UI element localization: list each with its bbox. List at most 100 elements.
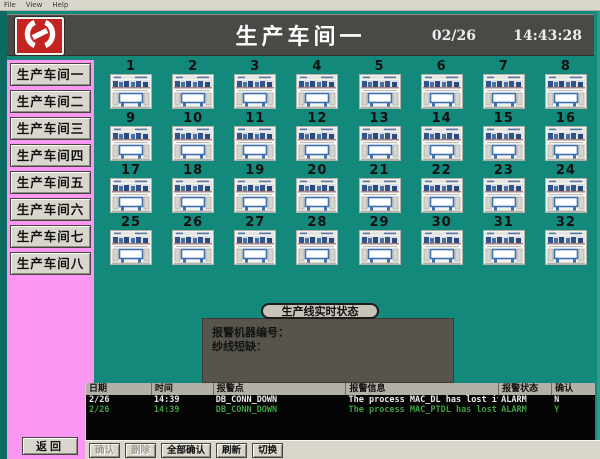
machine-31[interactable]: 31: [473, 216, 535, 268]
machine-4[interactable]: 4: [286, 60, 348, 112]
machine-5[interactable]: 5: [349, 60, 411, 112]
alarm-col-header: 报警点: [213, 383, 346, 395]
machine-21[interactable]: 21: [349, 164, 411, 216]
menu-item-file[interactable]: File: [4, 1, 16, 9]
machine-29[interactable]: 29: [349, 216, 411, 268]
machine-10[interactable]: 10: [162, 112, 224, 164]
machine-number: 6: [437, 60, 447, 74]
machine-icon[interactable]: [359, 126, 401, 161]
alarm-row[interactable]: 2/2614:39DB_CONN_DOWNThe process MAC_DL …: [86, 395, 595, 405]
machine-8[interactable]: 8: [535, 60, 597, 112]
toolbar-button-3[interactable]: 全部确认: [161, 443, 211, 458]
machine-3[interactable]: 3: [224, 60, 286, 112]
machine-1[interactable]: 1: [100, 60, 162, 112]
machine-27[interactable]: 27: [224, 216, 286, 268]
machine-24[interactable]: 24: [535, 164, 597, 216]
application-window: File View Help 生产车间一 02/26 14:43:28 生产车间…: [0, 0, 600, 459]
machine-23[interactable]: 23: [473, 164, 535, 216]
alarm-cell: Y: [551, 405, 595, 415]
machine-26[interactable]: 26: [162, 216, 224, 268]
alarm-col-header: 报警状态: [498, 383, 551, 395]
machine-icon[interactable]: [421, 74, 463, 109]
machine-15[interactable]: 15: [473, 112, 535, 164]
machine-icon[interactable]: [545, 178, 587, 213]
machine-icon[interactable]: [545, 126, 587, 161]
machine-icon[interactable]: [172, 230, 214, 265]
machine-icon[interactable]: [483, 230, 525, 265]
machine-16[interactable]: 16: [535, 112, 597, 164]
machine-icon[interactable]: [296, 178, 338, 213]
machine-icon[interactable]: [234, 178, 276, 213]
sidebar-item-workshop-1[interactable]: 生产车间一: [10, 63, 91, 86]
machine-number: 8: [561, 60, 571, 74]
machine-20[interactable]: 20: [286, 164, 348, 216]
machine-icon[interactable]: [421, 230, 463, 265]
machine-number: 12: [307, 112, 327, 126]
sidebar-item-workshop-6[interactable]: 生产车间六: [10, 198, 91, 221]
machine-12[interactable]: 12: [286, 112, 348, 164]
machine-icon[interactable]: [545, 74, 587, 109]
machine-number: 28: [307, 216, 327, 230]
machine-number: 2: [188, 60, 198, 74]
back-button[interactable]: 返回: [22, 437, 78, 455]
alarm-cell: 2/26: [86, 405, 151, 415]
machine-icon[interactable]: [483, 74, 525, 109]
machine-25[interactable]: 25: [100, 216, 162, 268]
machine-number: 26: [183, 216, 203, 230]
toolbar-button-5[interactable]: 切换: [252, 443, 283, 458]
sidebar-item-workshop-8[interactable]: 生产车间八: [10, 252, 91, 275]
machine-icon[interactable]: [110, 126, 152, 161]
alarm-row[interactable]: 2/2614:39DB_CONN_DOWNThe process MAC_PTD…: [86, 405, 595, 415]
sidebar-item-workshop-4[interactable]: 生产车间四: [10, 144, 91, 167]
machine-icon[interactable]: [172, 74, 214, 109]
machine-icon[interactable]: [110, 74, 152, 109]
machine-18[interactable]: 18: [162, 164, 224, 216]
machine-icon[interactable]: [234, 126, 276, 161]
alarm-cell: ALARM: [498, 405, 551, 415]
menu-bar: File View Help: [0, 0, 600, 11]
machine-7[interactable]: 7: [473, 60, 535, 112]
machine-6[interactable]: 6: [411, 60, 473, 112]
machine-icon[interactable]: [359, 74, 401, 109]
machine-icon[interactable]: [172, 126, 214, 161]
machine-22[interactable]: 22: [411, 164, 473, 216]
machine-icon[interactable]: [421, 126, 463, 161]
machine-icon[interactable]: [296, 230, 338, 265]
machine-icon[interactable]: [359, 230, 401, 265]
machine-icon[interactable]: [483, 178, 525, 213]
machine-icon[interactable]: [296, 74, 338, 109]
machine-17[interactable]: 17: [100, 164, 162, 216]
machine-icon[interactable]: [421, 178, 463, 213]
sidebar-item-workshop-3[interactable]: 生产车间三: [10, 117, 91, 140]
machine-number: 22: [432, 164, 452, 178]
machine-icon[interactable]: [234, 230, 276, 265]
machine-icon[interactable]: [110, 230, 152, 265]
machine-icon[interactable]: [110, 178, 152, 213]
machine-9[interactable]: 9: [100, 112, 162, 164]
status-panel-title: 生产线实时状态: [261, 303, 379, 319]
machine-11[interactable]: 11: [224, 112, 286, 164]
machine-icon[interactable]: [296, 126, 338, 161]
machine-icon[interactable]: [234, 74, 276, 109]
menu-item-help[interactable]: Help: [52, 1, 68, 9]
machine-icon[interactable]: [483, 126, 525, 161]
machine-13[interactable]: 13: [349, 112, 411, 164]
machine-19[interactable]: 19: [224, 164, 286, 216]
status-panel: 报警机器编号： 纱线短缺：: [202, 318, 454, 383]
machine-14[interactable]: 14: [411, 112, 473, 164]
machine-icon[interactable]: [172, 178, 214, 213]
machine-28[interactable]: 28: [286, 216, 348, 268]
machine-number: 15: [494, 112, 514, 126]
menu-item-view[interactable]: View: [26, 1, 43, 9]
toolbar-button-4[interactable]: 刷新: [216, 443, 247, 458]
machine-icon[interactable]: [359, 178, 401, 213]
machine-number: 24: [556, 164, 576, 178]
sidebar-item-workshop-5[interactable]: 生产车间五: [10, 171, 91, 194]
sidebar-item-workshop-7[interactable]: 生产车间七: [10, 225, 91, 248]
machine-icon[interactable]: [545, 230, 587, 265]
machine-32[interactable]: 32: [535, 216, 597, 268]
machine-30[interactable]: 30: [411, 216, 473, 268]
machine-2[interactable]: 2: [162, 60, 224, 112]
sidebar-item-workshop-2[interactable]: 生产车间二: [10, 90, 91, 113]
alarm-cell: ALARM: [498, 395, 551, 405]
